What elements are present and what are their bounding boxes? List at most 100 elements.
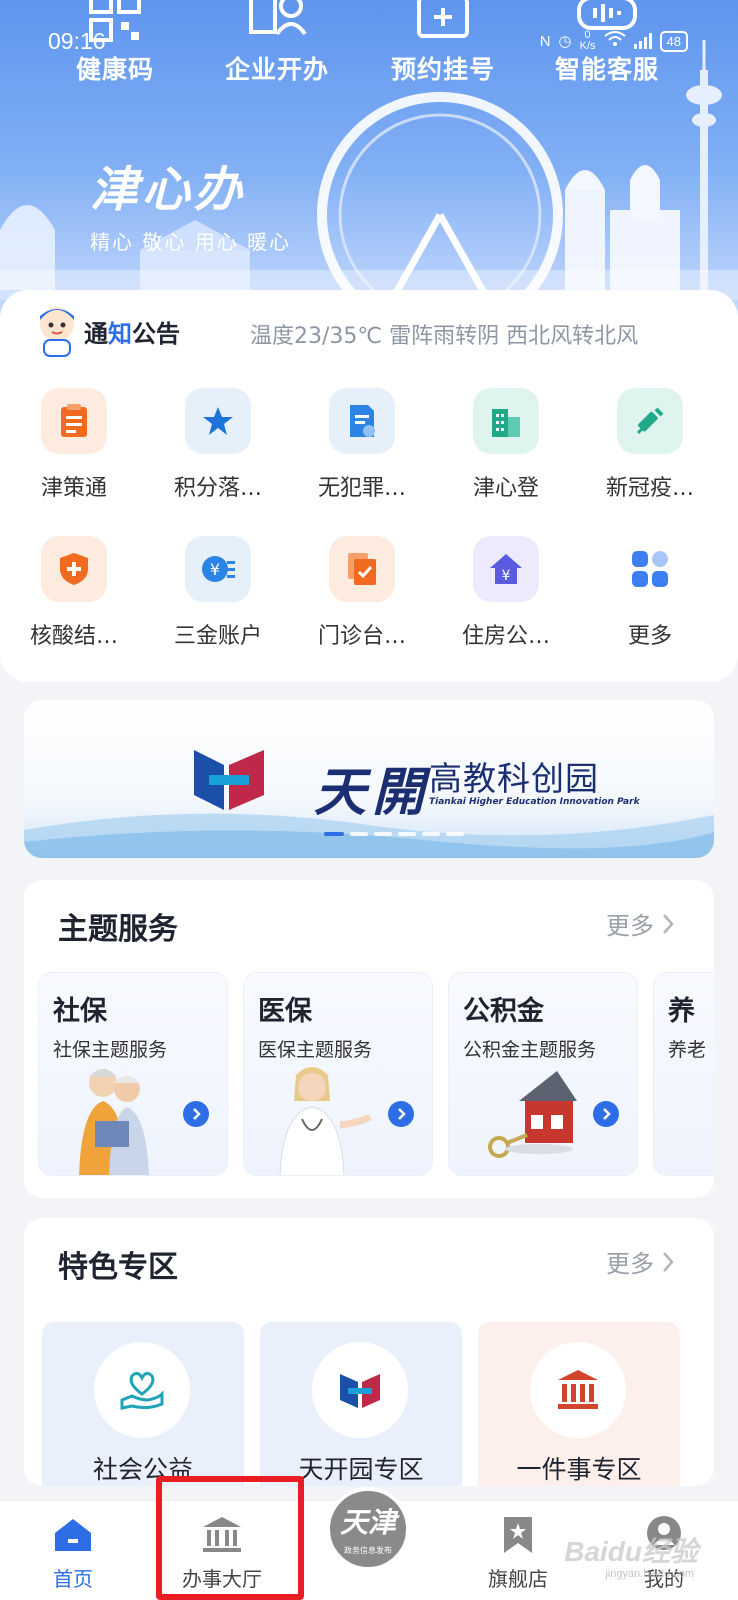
service-three-funds-account[interactable]: ¥ 三金账户 (148, 536, 288, 650)
shield-plus-icon (60, 553, 88, 585)
tiankai-logo-icon (340, 1374, 380, 1408)
banner-pagination (324, 832, 464, 836)
zone-label: 一件事专区 (516, 1455, 642, 1484)
quick-action-customer-service[interactable]: 智能客服 (532, 0, 682, 90)
theme-card-social-security[interactable]: 社保 社保主题服务 (38, 972, 228, 1176)
doctor-illustration (279, 1067, 372, 1175)
svg-text:¥: ¥ (502, 568, 511, 584)
service-jinxindeng[interactable]: 津心登 (436, 388, 576, 502)
tab-gov-info-release[interactable]: 天津 政务信息发布 (326, 1487, 410, 1571)
building-icon (492, 409, 520, 437)
pagination-dot (422, 832, 440, 836)
service-label: 核酸结… (29, 624, 118, 649)
tab-center-sub: 政务信息发布 (344, 1546, 392, 1555)
tab-center-main: 天津 (339, 1506, 396, 1539)
svg-text:¥: ¥ (210, 560, 220, 579)
yen-coin-icon: ¥ (202, 556, 235, 582)
brand: 津心办 精心 敬心 用心 暖心 (90, 150, 291, 255)
pagination-dot (446, 832, 464, 836)
bookmark-star-icon (504, 1517, 532, 1553)
service-covid-vaccine[interactable]: 新冠疫… (580, 388, 720, 502)
section-title: 特色专区 (58, 1250, 178, 1285)
service-nucleic-acid-result[interactable]: 核酸结… (4, 536, 144, 650)
voice-wave-icon (577, 0, 637, 30)
theme-card-subtitle: 公积金主题服务 (463, 1039, 597, 1061)
medical-kit-icon (417, 0, 469, 38)
elderly-couple-illustration (79, 1069, 149, 1175)
quick-action-health-code[interactable]: 健康码 (40, 0, 190, 90)
government-building-icon (558, 1370, 598, 1409)
service-grid: 津策通 积分落… 无犯罪… 津心登 新冠疫… 核酸结… ¥ 三金账户 门诊台… … (0, 362, 738, 682)
mascot-icon (40, 307, 74, 357)
service-label: 津心登 (472, 476, 539, 501)
quick-action-label: 预约挂号 (390, 55, 495, 84)
enterprise-icon (249, 0, 307, 36)
service-outpatient[interactable]: 门诊台… (292, 536, 432, 650)
document-check-icon (348, 553, 376, 585)
pagination-dot (374, 832, 392, 836)
theme-card-medical-insurance[interactable]: 医保 医保主题服务 (243, 972, 433, 1176)
theme-card-housing-fund[interactable]: 公积金 公积金主题服务 (448, 972, 638, 1176)
tab-label: 首页 (53, 1567, 93, 1591)
home-icon (55, 1519, 91, 1551)
chevron-right-circle-icon[interactable] (183, 1101, 209, 1127)
qr-code-icon (89, 0, 141, 42)
chevron-right-icon (663, 913, 674, 934)
theme-card-title: 社保 (53, 996, 107, 1027)
section-title: 主题服务 (58, 912, 178, 947)
service-jincetong[interactable]: 津策通 (4, 388, 144, 502)
service-more[interactable]: 更多 (580, 536, 720, 650)
grid-more-icon (632, 551, 668, 587)
special-zone-more-link[interactable]: 更多 (606, 1244, 674, 1279)
theme-card-title: 养 (668, 996, 695, 1027)
special-zone-section: 特色专区 更多 社会公益 天开园专区 一件事专区 (24, 1218, 714, 1486)
house-yen-icon: ¥ (490, 554, 522, 584)
theme-card-subtitle: 医保主题服务 (258, 1039, 373, 1061)
clipboard-icon (61, 404, 87, 437)
service-label: 住房公… (461, 624, 550, 649)
banner-title: 高教科创园 (429, 759, 599, 798)
service-label: 无犯罪… (317, 476, 406, 501)
notice-bar[interactable]: 通知公告 温度23/35℃ 雷阵雨转阴 西北风转北风 (0, 290, 738, 370)
service-label: 三金账户 (173, 624, 262, 649)
zone-one-thing[interactable]: 一件事专区 (478, 1322, 680, 1486)
chevron-right-circle-icon[interactable] (388, 1101, 414, 1127)
theme-card-subtitle: 养老 (668, 1039, 707, 1061)
star-icon (203, 407, 233, 435)
theme-card-title: 公积金 (463, 996, 544, 1027)
highlight-annotation-box (156, 1476, 304, 1600)
zone-tiankai-park[interactable]: 天开园专区 (260, 1322, 462, 1486)
banner-brand-text: 天開 (314, 762, 431, 823)
syringe-icon (636, 407, 664, 435)
tab-home[interactable]: 首页 (3, 1501, 143, 1600)
house-keys-illustration (488, 1071, 577, 1158)
banner-subtitle: Tiankai Higher Education Innovation Park (429, 797, 640, 807)
notice-text: 温度23/35℃ 雷阵雨转阴 西北风转北风 (250, 324, 639, 349)
certificate-icon (350, 405, 375, 437)
quick-action-label: 健康码 (75, 55, 154, 84)
quick-action-label: 企业开办 (224, 55, 329, 84)
quick-actions: 健康码 企业开办 预约挂号 智能客服 (0, 0, 738, 90)
theme-services-more-link[interactable]: 更多 (606, 906, 674, 941)
theme-card-subtitle: 社保主题服务 (53, 1039, 168, 1061)
brand-name: 津心办 (90, 162, 247, 218)
theme-card-title: 医保 (258, 996, 312, 1027)
service-label: 积分落… (173, 476, 262, 501)
service-label: 更多 (627, 624, 672, 649)
zone-public-welfare[interactable]: 社会公益 (42, 1322, 244, 1486)
brand-slogan: 精心 敬心 用心 暖心 (90, 230, 292, 254)
heart-hand-icon (120, 1371, 164, 1410)
baidu-watermark: Baidu经验 (564, 1536, 698, 1567)
promo-banner[interactable]: 天開 高教科创园 Tiankai Higher Education Innova… (24, 700, 714, 858)
service-housing-fund[interactable]: ¥ 住房公… (436, 536, 576, 650)
pagination-dot (350, 832, 368, 836)
quick-action-appointment[interactable]: 预约挂号 (368, 0, 518, 90)
chevron-right-icon (663, 1251, 674, 1272)
chevron-right-circle-icon[interactable] (593, 1101, 619, 1127)
theme-card-pension[interactable]: 养 养老 (653, 972, 714, 1176)
quick-action-enterprise[interactable]: 企业开办 (202, 0, 352, 90)
quick-action-label: 智能客服 (554, 55, 659, 84)
pagination-dot (398, 832, 416, 836)
service-points-settlement[interactable]: 积分落… (148, 388, 288, 502)
service-no-crime-record[interactable]: 无犯罪… (292, 388, 432, 502)
